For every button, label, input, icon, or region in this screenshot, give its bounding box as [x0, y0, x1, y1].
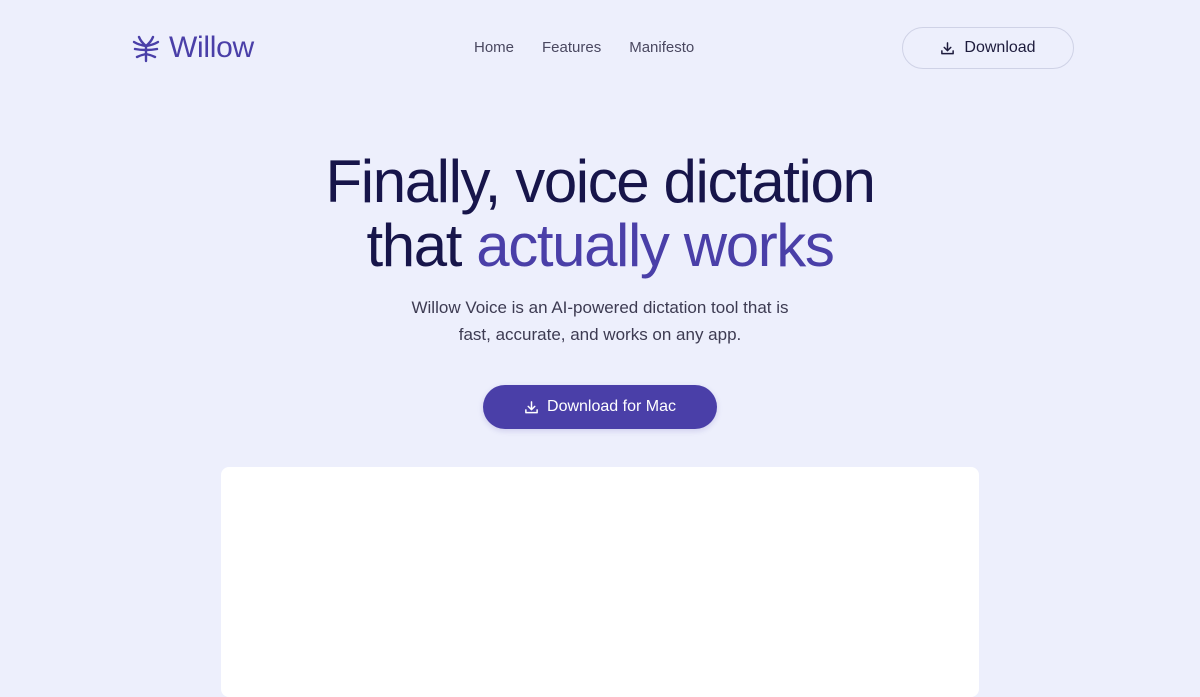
nav-link-manifesto[interactable]: Manifesto [629, 38, 694, 58]
brand-name: Willow [169, 31, 254, 64]
download-icon [941, 41, 955, 54]
cta-label: Download for Mac [547, 398, 676, 415]
hero-title: Finally, voice dictation that actually w… [0, 150, 1200, 278]
nav-download-label: Download [964, 39, 1036, 56]
nav-link-home[interactable]: Home [474, 38, 514, 58]
hero-title-line2-plain: that [366, 212, 477, 279]
top-nav: Willow Home Features Manifesto Download [0, 0, 1200, 96]
willow-leaf-icon [132, 35, 160, 63]
download-icon [525, 400, 538, 413]
logo-link[interactable]: Willow [131, 30, 254, 66]
product-preview-panel [221, 467, 979, 697]
hero-subtitle-line1: Willow Voice is an AI-powered dictation … [411, 298, 789, 317]
nav-download-button[interactable]: Download [902, 27, 1074, 69]
nav-link-features[interactable]: Features [542, 38, 601, 58]
hero-subtitle-line2: fast, accurate, and works on any app. [458, 325, 742, 344]
nav-links: Home Features Manifesto [474, 38, 694, 58]
hero-title-accent: actually works [476, 212, 835, 279]
hero-subtitle: Willow Voice is an AI-powered dictation … [0, 294, 1200, 348]
hero-title-line1: Finally, voice dictation [325, 148, 876, 215]
download-for-mac-button[interactable]: Download for Mac [483, 385, 717, 429]
